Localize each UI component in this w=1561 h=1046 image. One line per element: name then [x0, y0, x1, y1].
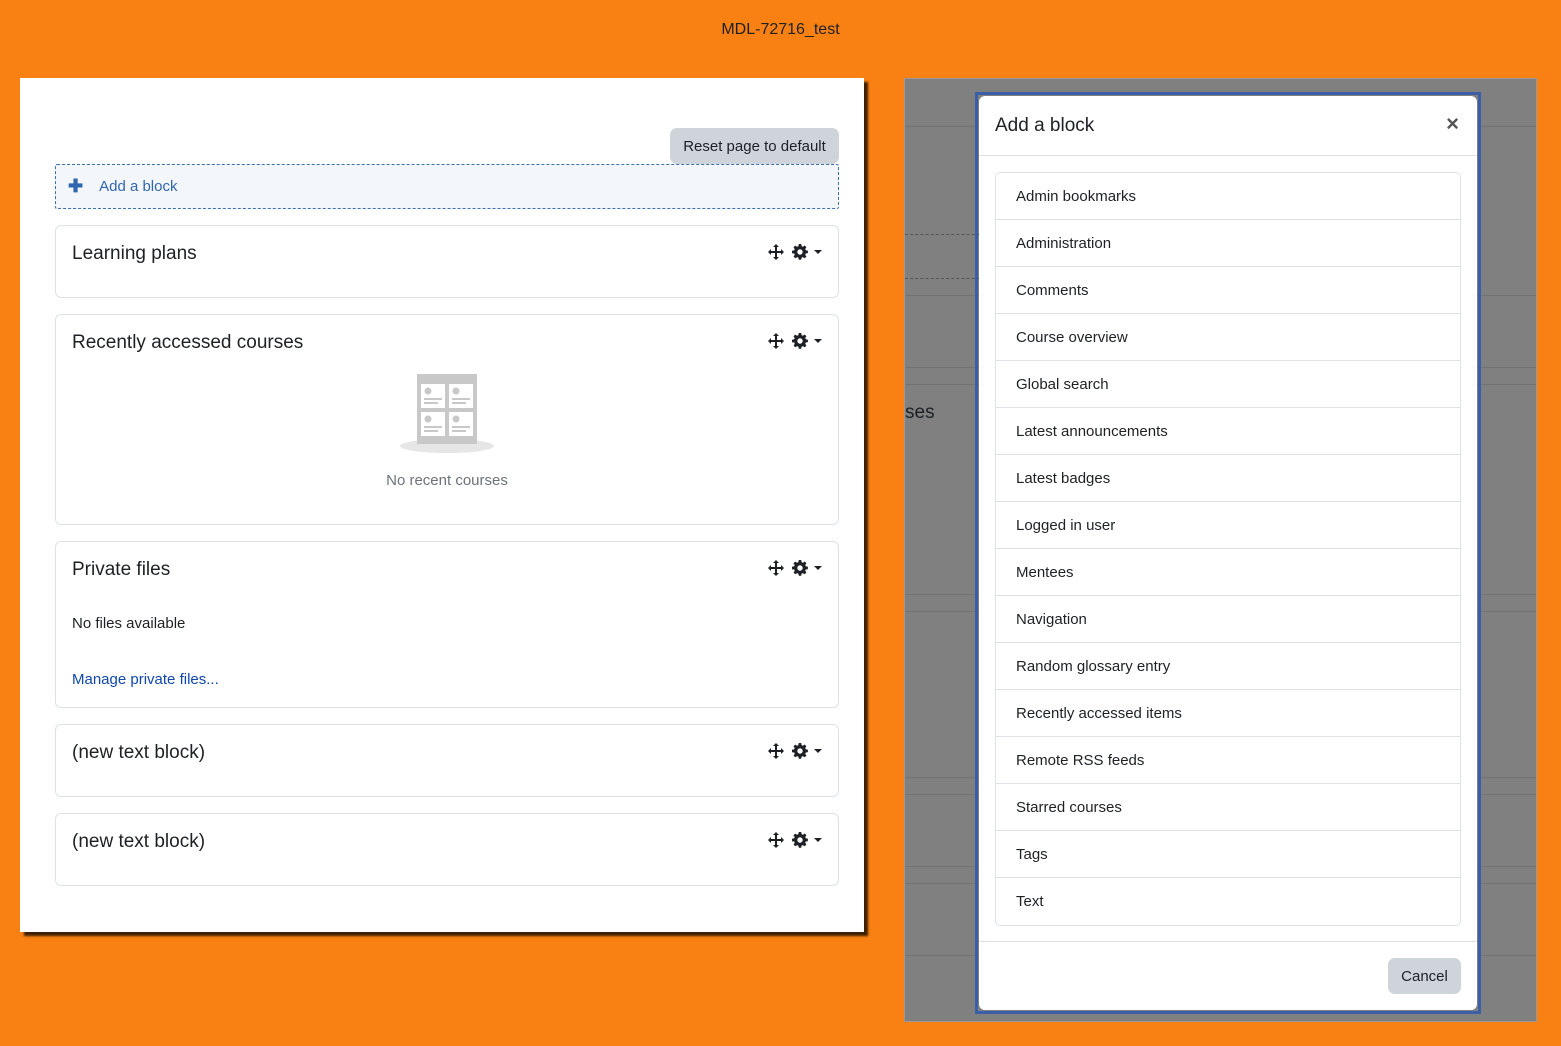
plus-icon: ✚: [68, 176, 84, 196]
modal-title: Add a block: [995, 115, 1095, 136]
divider: [905, 234, 985, 235]
block-option[interactable]: Recently accessed items: [996, 690, 1460, 737]
block-option[interactable]: Tags: [996, 831, 1460, 878]
block-option[interactable]: Comments: [996, 267, 1460, 314]
block-option[interactable]: Latest badges: [996, 455, 1460, 502]
no-files-text: No files available: [72, 615, 186, 632]
block-option[interactable]: Starred courses: [996, 784, 1460, 831]
move-icon[interactable]: [768, 333, 784, 349]
block-type-list: Admin bookmarks Administration Comments …: [995, 172, 1461, 926]
move-icon[interactable]: [768, 244, 784, 260]
move-icon[interactable]: [768, 743, 784, 759]
gear-icon[interactable]: [792, 244, 808, 260]
reset-page-button[interactable]: Reset page to default: [670, 128, 839, 164]
block-option[interactable]: Course overview: [996, 314, 1460, 361]
left-page-panel: Reset page to default ✚ Add a block Lear…: [20, 78, 864, 932]
background-block-title: ses: [905, 402, 935, 423]
add-block-label: Add a block: [99, 178, 178, 195]
block-new-text-1: (new text block): [55, 724, 839, 797]
manage-private-files-link[interactable]: Manage private files...: [72, 671, 219, 688]
add-block-link[interactable]: ✚ Add a block: [55, 164, 839, 209]
modal-footer: Cancel: [979, 941, 1477, 1010]
gear-icon[interactable]: [792, 743, 808, 759]
block-title: (new text block): [72, 742, 206, 763]
chevron-down-icon[interactable]: [814, 339, 822, 343]
chevron-down-icon[interactable]: [814, 566, 822, 570]
move-icon[interactable]: [768, 560, 784, 576]
block-private-files: Private files No files available Manage …: [55, 541, 839, 708]
close-icon[interactable]: ×: [1446, 113, 1459, 135]
empty-state-text: No recent courses: [386, 472, 508, 489]
gear-icon[interactable]: [792, 560, 808, 576]
block-learning-plans: Learning plans: [55, 225, 839, 298]
block-title: Recently accessed courses: [72, 332, 304, 353]
block-option[interactable]: Global search: [996, 361, 1460, 408]
move-icon[interactable]: [768, 832, 784, 848]
block-option[interactable]: Administration: [996, 220, 1460, 267]
block-option[interactable]: Remote RSS feeds: [996, 737, 1460, 784]
cancel-button[interactable]: Cancel: [1388, 958, 1461, 994]
chevron-down-icon[interactable]: [814, 250, 822, 254]
block-title: (new text block): [72, 831, 206, 852]
block-option[interactable]: Latest announcements: [996, 408, 1460, 455]
page-title: MDL-72716_test: [721, 21, 840, 38]
block-title: Private files: [72, 559, 171, 580]
add-block-modal: Add a block × Admin bookmarks Administra…: [979, 96, 1477, 1010]
block-recent-courses: Recently accessed courses No recent cour…: [55, 314, 839, 525]
modal-header: Add a block ×: [979, 96, 1477, 156]
block-new-text-2: (new text block): [55, 813, 839, 886]
block-option[interactable]: Text: [996, 878, 1460, 925]
block-option[interactable]: Navigation: [996, 596, 1460, 643]
chevron-down-icon[interactable]: [814, 749, 822, 753]
chevron-down-icon[interactable]: [814, 838, 822, 842]
gear-icon[interactable]: [792, 832, 808, 848]
block-option[interactable]: Mentees: [996, 549, 1460, 596]
courses-placeholder-icon: [400, 374, 494, 453]
block-option[interactable]: Logged in user: [996, 502, 1460, 549]
gear-icon[interactable]: [792, 333, 808, 349]
block-title: Learning plans: [72, 243, 197, 264]
block-option[interactable]: Random glossary entry: [996, 643, 1460, 690]
block-option[interactable]: Admin bookmarks: [996, 173, 1460, 220]
divider: [905, 278, 985, 279]
